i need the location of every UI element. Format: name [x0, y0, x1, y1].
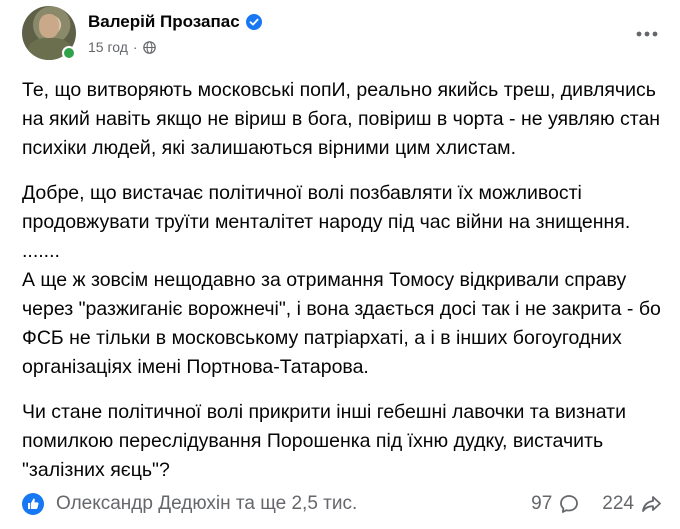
author-line: Валерій Прозапас — [88, 12, 262, 32]
post-stats: 97 224 — [531, 493, 662, 515]
verified-badge-icon — [245, 14, 262, 30]
comments-count: 97 — [531, 493, 553, 514]
comments-stat[interactable]: 97 — [531, 493, 580, 515]
more-options-icon — [636, 24, 658, 42]
reactions-summary[interactable]: Олександр Дедюхін та ще 2,5 тис. — [56, 493, 357, 515]
like-reaction-icon[interactable] — [22, 493, 44, 515]
globe-icon[interactable] — [142, 40, 156, 54]
author-name[interactable]: Валерій Прозапас — [88, 12, 240, 32]
post-paragraph: А ще ж зовсім нещодавно за отримання Том… — [22, 269, 661, 378]
online-status-dot — [62, 46, 76, 60]
share-icon — [640, 493, 662, 515]
comment-icon — [558, 493, 580, 515]
post-footer: Олександр Дедюхін та ще 2,5 тис. 97 224 — [22, 486, 662, 522]
post-paragraph: ....... — [22, 240, 60, 262]
post-paragraph: Те, що витворяють московські попИ, реаль… — [22, 79, 661, 159]
post-text: Те, що витворяють московські попИ, реаль… — [22, 76, 662, 501]
post-paragraph: Чи стане політичної волі прикрити інші г… — [22, 401, 626, 481]
post-time[interactable]: 15 год — [88, 39, 128, 55]
author-avatar[interactable] — [22, 6, 76, 60]
shares-stat[interactable]: 224 — [602, 493, 662, 515]
post-meta: 15 год · — [88, 39, 156, 55]
avatar-head — [39, 14, 59, 38]
shares-count: 224 — [602, 493, 634, 514]
post-paragraph: Добре, що вистачає політичної волі позба… — [22, 182, 631, 233]
meta-separator: · — [132, 39, 138, 55]
more-options-button[interactable] — [632, 18, 662, 48]
post-header: Валерій Прозапас 15 год · — [22, 6, 662, 62]
facebook-post: Валерій Прозапас 15 год · Те, що витворя… — [0, 0, 680, 529]
